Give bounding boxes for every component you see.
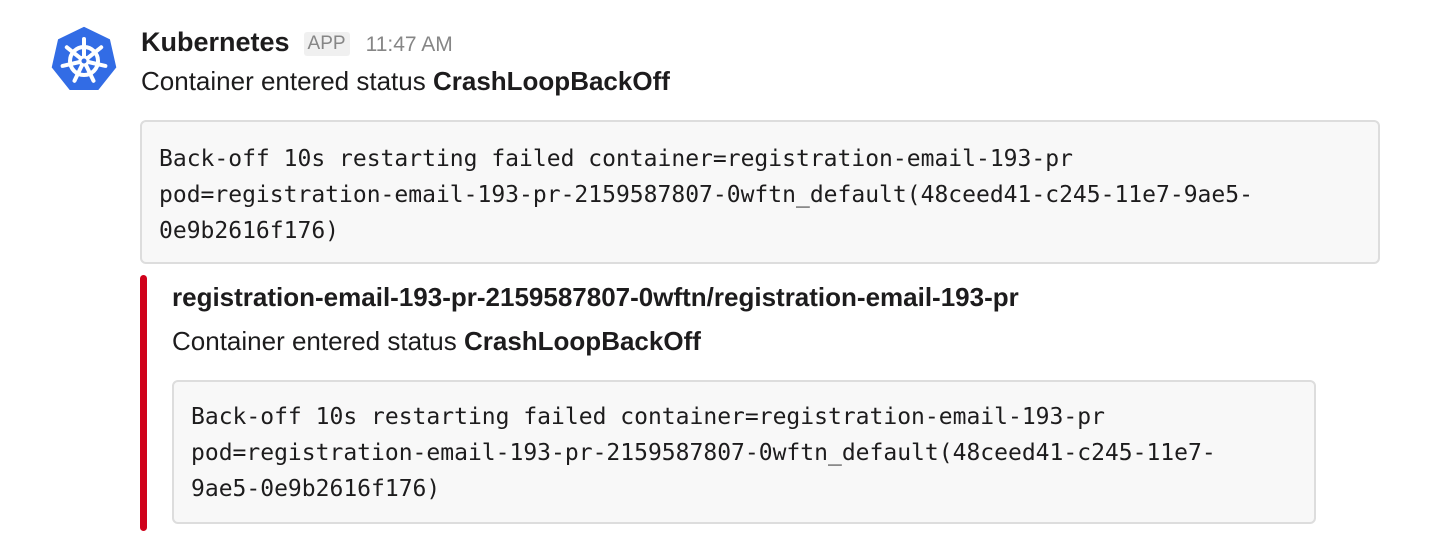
attachment-title: registration-email-193-pr-2159587807-0wf… [172, 282, 1019, 312]
message-status: CrashLoopBackOff [432, 66, 670, 96]
message-code-block: Back-off 10s restarting failed container… [140, 120, 1380, 264]
attachment-text-prefix: Container entered status [172, 326, 464, 356]
app-badge: APP [303, 32, 350, 56]
code-line: Back-off 10s restarting failed container… [159, 146, 1073, 172]
kubernetes-avatar-icon[interactable] [48, 24, 120, 96]
code-line: Back-off 10s restarting failed container… [191, 404, 1105, 430]
attachment-status: CrashLoopBackOff [463, 326, 701, 356]
attachment-color-bar [140, 275, 147, 531]
code-line: pod=registration-email-193-pr-2159587807… [159, 182, 1253, 208]
attachment-code-block: Back-off 10s restarting failed container… [172, 380, 1316, 524]
attachment-text: Container entered status CrashLoopBackOf… [172, 326, 701, 357]
code-line: pod=registration-email-193-pr-2159587807… [191, 440, 1216, 466]
message-header: Kubernetes APP 11:47 AM [141, 27, 453, 63]
code-line: 0e9b2616f176) [159, 218, 340, 244]
code-line: 9ae5-0e9b2616f176) [191, 476, 441, 502]
message-timestamp[interactable]: 11:47 AM [366, 33, 453, 57]
message-text: Container entered status CrashLoopBackOf… [141, 66, 670, 97]
sender-name[interactable]: Kubernetes [141, 27, 290, 58]
message-text-prefix: Container entered status [141, 66, 433, 96]
